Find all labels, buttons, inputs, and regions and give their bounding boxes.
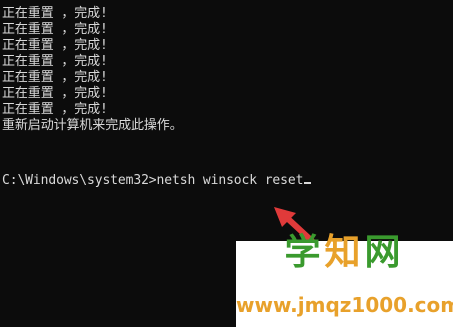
watermark-url: www.jmqz1000.com	[236, 293, 453, 317]
output-line-3: 正在重置 ，完成!	[2, 38, 108, 53]
watermark-logo: 学知网 www.jmqz1000.com	[236, 235, 453, 327]
restart-message: 重新启动计算机来完成此操作。	[2, 118, 183, 133]
command-prompt-window: 正在重置 ，完成! 正在重置 ，完成! 正在重置 ，完成! 正在重置 ，完成! …	[0, 0, 453, 327]
watermark-title-char: 网	[364, 232, 405, 273]
watermark-title-char: 学	[284, 232, 325, 273]
output-line-6: 正在重置 ，完成!	[2, 86, 108, 101]
command-input-line[interactable]: C:\Windows\system32>netsh winsock reset	[2, 173, 312, 189]
watermark-title: 学知网	[236, 235, 453, 271]
text-cursor	[304, 182, 312, 184]
watermark-title-char: 知	[324, 232, 365, 273]
output-line-2: 正在重置 ，完成!	[2, 22, 108, 37]
output-line-1: 正在重置 ，完成!	[2, 6, 108, 21]
watermark-title-text: 学知网	[284, 232, 404, 273]
output-line-5: 正在重置 ，完成!	[2, 70, 108, 85]
command-text[interactable]: C:\Windows\system32>netsh winsock reset	[2, 173, 303, 188]
output-line-7: 正在重置 ，完成!	[2, 102, 108, 117]
output-line-4: 正在重置 ，完成!	[2, 54, 108, 69]
